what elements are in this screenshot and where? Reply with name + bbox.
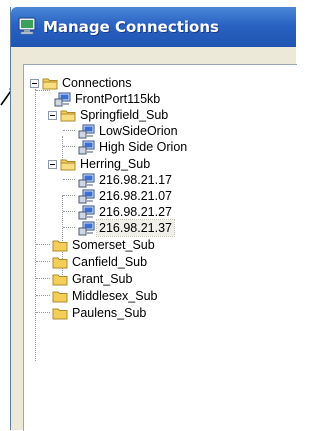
tree-node-label: Herring_Sub (80, 157, 151, 171)
tree-node-paulens-sub[interactable]: Paulens_Sub (52, 305, 148, 321)
tree-node-216-98-21-37[interactable]: 216.98.21.37 (78, 219, 175, 237)
tree-node-frontport115kb[interactable]: FrontPort115kb (54, 91, 162, 107)
tree-node-lowsideorion[interactable]: LowSideOrion (78, 123, 180, 139)
tree-line (63, 179, 75, 180)
tree-node-label: 216.98.21.07 (99, 189, 172, 203)
tree-line (36, 278, 50, 279)
tree-node-somerset-sub[interactable]: Somerset_Sub (52, 237, 157, 253)
folder-icon (60, 159, 76, 171)
tree-line (36, 244, 50, 245)
tree-node-label: Canfield_Sub (72, 255, 148, 269)
folder-icon (60, 110, 76, 122)
tree-node-label: Springfield_Sub (80, 108, 169, 122)
tree-line (35, 89, 36, 361)
tree-line (36, 261, 50, 262)
tree-node-canfield-sub[interactable]: Canfield_Sub (52, 254, 149, 270)
tree-node-high-side-orion[interactable]: High Side Orion (78, 139, 189, 155)
tree-line (63, 195, 75, 196)
network-computer-icon (78, 173, 95, 187)
tree-node-middlesex-sub[interactable]: Middlesex_Sub (52, 288, 159, 304)
tree-node-label: LowSideOrion (99, 124, 178, 138)
tree-line (36, 312, 50, 313)
tree-node-label: 216.98.21.27 (99, 205, 172, 219)
tree-node-grant-sub[interactable]: Grant_Sub (52, 271, 134, 287)
network-computer-icon (54, 92, 71, 106)
collapse-toggle-icon[interactable] (30, 78, 39, 88)
tree-node-label: Connections (62, 76, 132, 90)
tree-node-label: Middlesex_Sub (72, 289, 158, 303)
tree-line (63, 227, 75, 228)
tree-node-label: Paulens_Sub (72, 306, 147, 320)
tree-node-herring-sub[interactable]: Herring_Sub (48, 156, 152, 172)
manage-connections-window: Manage Connections Connections FrontPort… (10, 7, 297, 431)
tree-node-label: 216.98.21.17 (99, 173, 172, 187)
connections-tree[interactable]: Connections FrontPort115kb Springfield_S… (23, 64, 297, 431)
tree-line (36, 90, 50, 91)
tree-node-label: Grant_Sub (72, 272, 133, 286)
tree-line (63, 211, 75, 212)
folder-icon (42, 78, 58, 90)
network-computer-icon (78, 205, 95, 219)
folder-icon (52, 240, 68, 252)
tree-node-216-98-21-07[interactable]: 216.98.21.07 (78, 188, 174, 204)
tree-node-connections[interactable]: Connections (30, 75, 134, 91)
folder-icon (52, 274, 68, 286)
tree-node-springfield-sub[interactable]: Springfield_Sub (48, 107, 170, 123)
collapse-toggle-icon[interactable] (48, 159, 57, 169)
tree-node-label: FrontPort115kb (75, 92, 161, 106)
network-computer-icon (78, 221, 95, 235)
folder-icon (52, 257, 68, 269)
window-body: Connections FrontPort115kb Springfield_S… (11, 47, 297, 431)
collapse-toggle-icon[interactable] (48, 110, 57, 120)
folder-icon (52, 291, 68, 303)
tree-line (63, 130, 75, 131)
tree-node-label: 216.98.21.37 (96, 219, 175, 237)
network-computer-icon (78, 140, 95, 154)
tree-node-label: High Side Orion (99, 140, 188, 154)
network-computer-icon (78, 189, 95, 203)
tree-node-label: Somerset_Sub (72, 238, 155, 252)
computer-monitor-icon (18, 17, 36, 35)
tree-line (36, 295, 50, 296)
folder-icon (52, 308, 68, 320)
tree-node-216-98-21-17[interactable]: 216.98.21.17 (78, 172, 174, 188)
tree-node-216-98-21-27[interactable]: 216.98.21.27 (78, 204, 174, 220)
tree-line (63, 146, 75, 147)
network-computer-icon (78, 124, 95, 138)
title-bar[interactable]: Manage Connections (11, 7, 296, 47)
window-title: Manage Connections (43, 18, 219, 36)
